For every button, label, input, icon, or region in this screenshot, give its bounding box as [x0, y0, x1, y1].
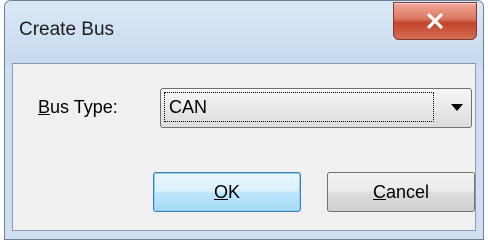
close-icon [427, 13, 443, 29]
cancel-button-label: ancel [385, 181, 430, 202]
bus-type-label: Bus Type: [38, 97, 118, 118]
create-bus-dialog: Create Bus Bus Type: CAN OK Cancel [4, 0, 484, 240]
dialog-body: Bus Type: CAN OK Cancel [12, 63, 476, 231]
close-button[interactable] [393, 2, 477, 40]
window-title: Create Bus [19, 19, 115, 40]
chevron-down-icon[interactable] [451, 104, 463, 111]
ok-button-mnemonic: O [213, 181, 228, 202]
bus-type-label-mnemonic: B [38, 97, 51, 117]
ok-button-label: K [228, 181, 241, 202]
bus-type-select[interactable]: CAN [160, 88, 472, 128]
ok-button[interactable]: OK [153, 172, 301, 212]
title-bar[interactable]: Create Bus [5, 1, 483, 65]
cancel-button[interactable]: Cancel [327, 172, 475, 212]
cancel-button-mnemonic: C [372, 181, 386, 202]
bus-type-label-text: us Type: [50, 97, 118, 117]
bus-type-selected-value: CAN [164, 92, 434, 122]
